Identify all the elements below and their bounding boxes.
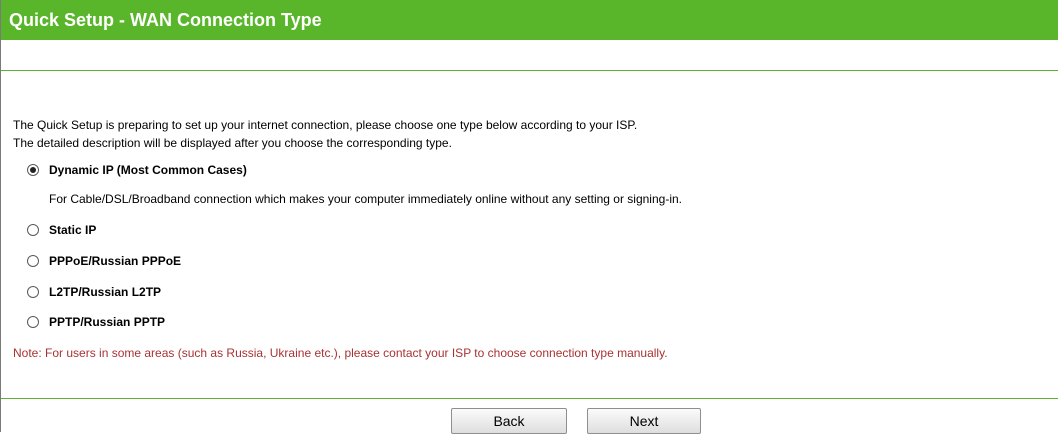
radio-static-ip[interactable]	[27, 224, 39, 236]
quick-setup-panel: Quick Setup - WAN Connection Type The Qu…	[0, 0, 1058, 434]
next-button[interactable]: Next	[587, 408, 701, 434]
intro-line-1: The Quick Setup is preparing to set up y…	[13, 118, 638, 132]
divider	[1, 70, 1058, 71]
radio-pppoe[interactable]	[27, 255, 39, 267]
option-static-ip[interactable]: Static IP	[27, 221, 96, 239]
divider	[1, 398, 1058, 399]
option-label: PPPoE/Russian PPPoE	[49, 254, 182, 268]
intro-line-2: The detailed description will be display…	[13, 136, 452, 150]
back-button[interactable]: Back	[451, 408, 567, 434]
option-description: For Cable/DSL/Broadband connection which…	[49, 192, 682, 206]
intro-text: The Quick Setup is preparing to set up y…	[13, 116, 637, 152]
radio-dynamic-ip[interactable]	[27, 164, 39, 176]
option-label: Static IP	[49, 223, 97, 237]
page-title: Quick Setup - WAN Connection Type	[1, 0, 1058, 40]
option-l2tp[interactable]: L2TP/Russian L2TP	[27, 283, 161, 301]
option-dynamic-ip[interactable]: Dynamic IP (Most Common Cases)	[27, 161, 247, 179]
note-text: Note: For users in some areas (such as R…	[13, 346, 668, 360]
option-label: Dynamic IP (Most Common Cases)	[49, 163, 247, 177]
radio-l2tp[interactable]	[27, 286, 39, 298]
radio-pptp[interactable]	[27, 316, 39, 328]
option-label: PPTP/Russian PPTP	[49, 315, 166, 329]
option-pptp[interactable]: PPTP/Russian PPTP	[27, 313, 165, 331]
option-label: L2TP/Russian L2TP	[49, 285, 162, 299]
option-pppoe[interactable]: PPPoE/Russian PPPoE	[27, 252, 181, 270]
